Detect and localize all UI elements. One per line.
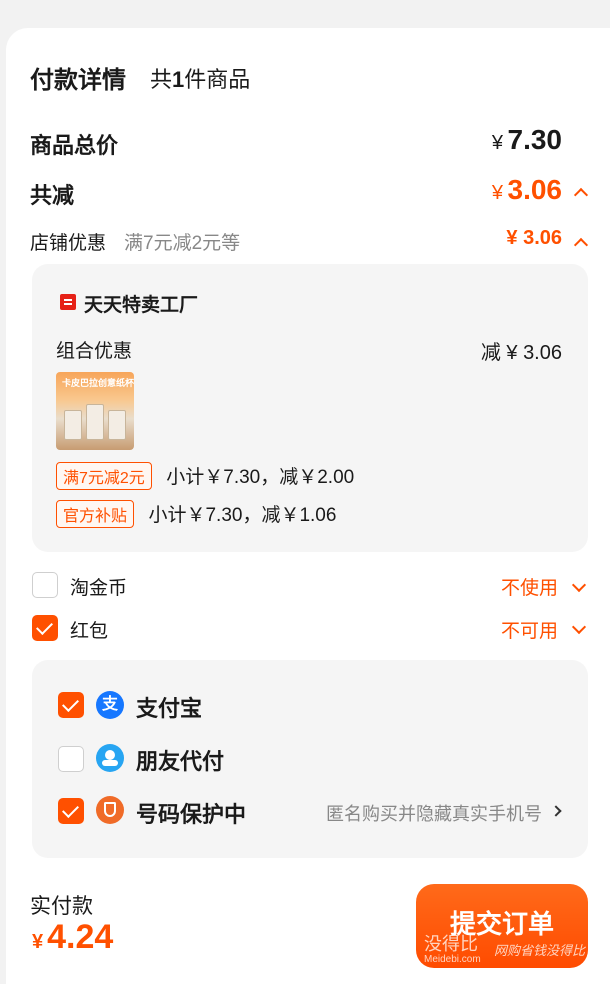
friend-pay-icon [96,744,124,772]
friend-pay-label: 朋友代付 [136,749,225,774]
chevron-right-icon[interactable] [550,805,562,817]
privacy-desc[interactable]: 匿名购买并隐藏真实手机号 [326,800,542,826]
shop-name: 天天特卖工厂 [84,295,199,316]
friend-pay-checkbox[interactable] [58,746,84,772]
item-count: 共1件商品 [150,67,251,92]
promo-tag: 满7元减2元 [56,462,152,490]
alipay-label: 支付宝 [136,696,203,721]
chevron-up-icon[interactable] [573,237,589,253]
total-price-label: 商品总价 [30,133,119,158]
shield-icon [96,796,124,824]
shop-discount-panel: 天天特卖工厂 组合优惠 减 ¥ 3.06 卡皮巴拉创意纸杯 满7元减2元 小计￥… [32,264,588,552]
chevron-down-icon[interactable] [571,577,587,593]
discount-total[interactable]: ¥ 3.06 [492,174,562,206]
combo-value: 减 ¥ 3.06 [480,342,562,364]
promo-tag: 官方补贴 [56,500,135,528]
chevron-down-icon[interactable] [571,619,587,635]
discount-label: 共减 [30,183,75,208]
privacy-checkbox[interactable] [58,798,84,824]
product-thumbnail[interactable]: 卡皮巴拉创意纸杯 [56,372,134,450]
privacy-label: 号码保护中 [136,802,247,827]
promo-text: 小计￥7.30，减￥1.06 [148,505,337,526]
page-title: 付款详情 [30,67,126,94]
pay-amount: ¥4.24 [32,918,114,956]
redpacket-value[interactable]: 不可用 [501,616,558,643]
shop-logo-icon [60,294,76,310]
watermark-slogan: 网购省钱没得比 [494,943,586,958]
chevron-up-icon[interactable] [573,187,589,203]
coins-label: 淘金币 [70,578,128,599]
shop-promo-value[interactable]: ¥ 3.06 [506,227,562,250]
thumb-text: 卡皮巴拉创意纸杯 [62,378,134,388]
shop-promo-label: 店铺优惠 [30,233,107,254]
redpacket-checkbox[interactable] [32,615,58,641]
shop-promo-desc: 满7元减2元等 [124,233,241,254]
redpacket-label: 红包 [70,621,109,642]
promo-text: 小计￥7.30，减￥2.00 [166,467,355,488]
alipay-checkbox[interactable] [58,692,84,718]
watermark-logo: 没得比 [424,934,478,954]
pay-amount-label: 实付款 [30,895,93,918]
coins-checkbox[interactable] [32,572,58,598]
combo-label: 组合优惠 [56,341,133,362]
payment-detail-card: 付款详情 共1件商品 商品总价 ¥ 7.30 共减 ¥ 3.06 店铺优惠 满7… [6,28,610,984]
watermark-url: Meidebi.com [424,954,481,965]
total-price: ¥ 7.30 [491,124,562,155]
promo-row: 官方补贴 小计￥7.30，减￥1.06 [56,500,336,528]
promo-row: 满7元减2元 小计￥7.30，减￥2.00 [56,462,354,490]
alipay-icon: 支 [96,691,124,719]
coins-value[interactable]: 不使用 [501,573,558,600]
payment-methods-panel: 支 支付宝 朋友代付 号码保护中 匿名购买并隐藏真实手机号 [32,660,588,858]
